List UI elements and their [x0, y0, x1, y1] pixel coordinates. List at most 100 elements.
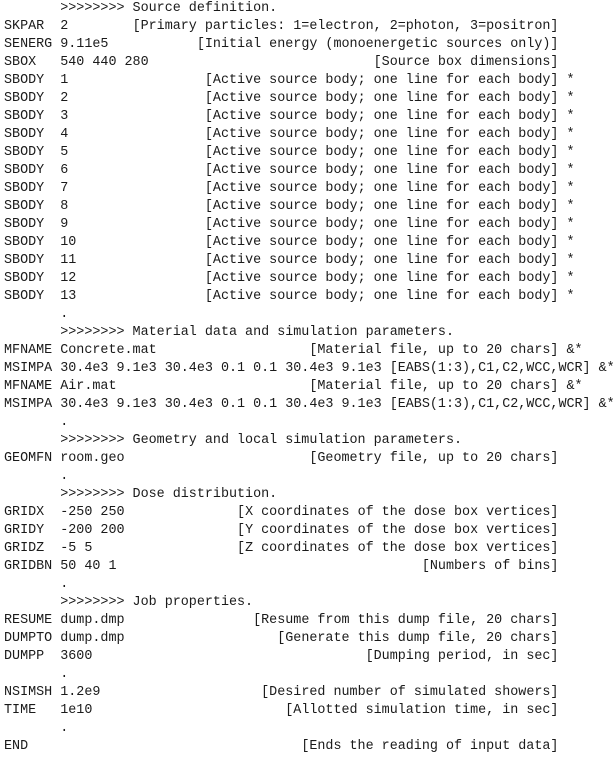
comment: [EABS(1:3),C1,C2,WCC,WCR]	[389, 361, 591, 376]
comment: [Active source body; one line for each b…	[204, 271, 559, 286]
keyword-value: 50 40 1	[60, 559, 117, 574]
separator-dot-text: .	[60, 577, 69, 592]
separator-dot-text: .	[60, 307, 69, 322]
line-flag: *	[566, 181, 575, 196]
keyword: SBODY	[4, 289, 45, 304]
keyword-value: -5 5	[60, 541, 93, 556]
keyword-line: END [Ends the reading of input data]	[4, 738, 616, 756]
keyword-value: dump.dmp	[60, 613, 125, 628]
separator-dot: .	[4, 414, 616, 432]
comment: [Active source body; one line for each b…	[204, 163, 559, 178]
section-header-text: >>>>>>>> Dose distribution.	[60, 487, 278, 502]
comment: [Initial energy (monoenergetic sources o…	[196, 37, 559, 52]
comment: [Y coordinates of the dose box vertices]	[237, 523, 559, 538]
comment: [Ends the reading of input data]	[301, 739, 559, 754]
comment: [Active source body; one line for each b…	[204, 253, 559, 268]
keyword: GRIDY	[4, 523, 45, 538]
keyword: END	[4, 739, 29, 754]
keyword-value: 30.4e3 9.1e3 30.4e3 0.1 0.1 30.4e3 9.1e3	[60, 361, 382, 376]
keyword-value: 6	[60, 163, 69, 178]
keyword-value: 9.11e5	[60, 37, 109, 52]
section-header: >>>>>>>> Dose distribution.	[4, 486, 616, 504]
comment: [Active source body; one line for each b…	[204, 127, 559, 142]
line-flag: *	[566, 199, 575, 214]
keyword: GRIDZ	[4, 541, 45, 556]
keyword-line: SBODY 10 [Active source body; one line for…	[4, 234, 616, 252]
keyword-line: GEOMFN room.geo [Geometry file, up to 20 c…	[4, 450, 616, 468]
keyword: DUMPP	[4, 649, 45, 664]
line-flag: *	[566, 253, 575, 268]
comment: [X coordinates of the dose box vertices]	[237, 505, 559, 520]
keyword-value: 7	[60, 181, 69, 196]
comment: [Material file, up to 20 chars]	[309, 343, 559, 358]
comment: [Desired number of simulated showers]	[261, 685, 559, 700]
keyword-line: MFNAME Air.mat [Material file, up to 20 ch…	[4, 378, 616, 396]
comment: [Active source body; one line for each b…	[204, 91, 559, 106]
keyword: SBODY	[4, 253, 45, 268]
keyword: SENERG	[4, 37, 53, 52]
keyword-value: 30.4e3 9.1e3 30.4e3 0.1 0.1 30.4e3 9.1e3	[60, 397, 382, 412]
keyword-value: -250 250	[60, 505, 125, 520]
keyword: MSIMPA	[4, 361, 53, 376]
keyword-line: SBODY 11 [Active source body; one line for…	[4, 252, 616, 270]
separator-dot: .	[4, 306, 616, 324]
section-header: >>>>>>>> Geometry and local simulation p…	[4, 432, 616, 450]
separator-dot: .	[4, 720, 616, 738]
keyword-line: SKPAR 2 [Primary particles: 1=electron, 2=…	[4, 18, 616, 36]
comment: [Material file, up to 20 chars]	[309, 379, 559, 394]
keyword-line: MSIMPA 30.4e3 9.1e3 30.4e3 0.1 0.1 30.4e3…	[4, 396, 616, 414]
keyword-line: SBODY 12 [Active source body; one line for…	[4, 270, 616, 288]
comment: [EABS(1:3),C1,C2,WCC,WCR]	[389, 397, 591, 412]
separator-dot: .	[4, 666, 616, 684]
comment: [Dumping period, in sec]	[365, 649, 559, 664]
keyword: SBODY	[4, 145, 45, 160]
separator-dot-text: .	[60, 667, 69, 682]
keyword: SBODY	[4, 91, 45, 106]
separator-dot-text: .	[60, 469, 69, 484]
keyword: SBODY	[4, 73, 45, 88]
line-flag: *	[566, 127, 575, 142]
comment: [Primary particles: 1=electron, 2=photon…	[132, 19, 559, 34]
input-file-document: >>>>>>>> Source definition. SKPAR 2 [Primar…	[0, 0, 616, 756]
keyword-line: SBODY 3 [Active source body; one line for …	[4, 108, 616, 126]
keyword: DUMPTO	[4, 631, 53, 646]
line-flag: *	[566, 271, 575, 286]
comment: [Active source body; one line for each b…	[204, 109, 559, 124]
section-header: >>>>>>>> Job properties.	[4, 594, 616, 612]
keyword-line: SBODY 8 [Active source body; one line for …	[4, 198, 616, 216]
line-flag: *	[566, 289, 575, 304]
comment: [Active source body; one line for each b…	[204, 73, 559, 88]
keyword-value: 12	[60, 271, 77, 286]
line-flag: *	[566, 73, 575, 88]
keyword-line: SBODY 13 [Active source body; one line for…	[4, 288, 616, 306]
section-header-text: >>>>>>>> Material data and simulation pa…	[60, 325, 454, 340]
line-flag: *	[566, 217, 575, 232]
keyword: MFNAME	[4, 379, 53, 394]
keyword: SBODY	[4, 181, 45, 196]
keyword-value: Air.mat	[60, 379, 117, 394]
separator-dot: .	[4, 468, 616, 486]
comment: [Active source body; one line for each b…	[204, 235, 559, 250]
keyword-line: GRIDY -200 200 [Y coordinates of the dose …	[4, 522, 616, 540]
keyword: SBODY	[4, 109, 45, 124]
keyword: RESUME	[4, 613, 53, 628]
keyword-line: TIME 1e10 [Allotted simulation time, in se…	[4, 702, 616, 720]
keyword-line: SBODY 7 [Active source body; one line for …	[4, 180, 616, 198]
keyword-value: 9	[60, 217, 69, 232]
keyword: SBODY	[4, 235, 45, 250]
keyword: GRIDX	[4, 505, 45, 520]
keyword: TIME	[4, 703, 37, 718]
comment: [Z coordinates of the dose box vertices]	[237, 541, 559, 556]
keyword-value: 4	[60, 127, 69, 142]
keyword-value: 11	[60, 253, 77, 268]
keyword-line: SBOX 540 440 280 [Source box dimensions]	[4, 54, 616, 72]
keyword: MSIMPA	[4, 397, 53, 412]
comment: [Active source body; one line for each b…	[204, 199, 559, 214]
keyword: SBODY	[4, 127, 45, 142]
line-flag: &*	[566, 343, 583, 358]
line-flag: *	[566, 91, 575, 106]
keyword-line: RESUME dump.dmp [Resume from this dump fil…	[4, 612, 616, 630]
keyword-value: dump.dmp	[60, 631, 125, 646]
line-flag: &*	[566, 379, 583, 394]
section-header-text: >>>>>>>> Geometry and local simulation p…	[60, 433, 463, 448]
